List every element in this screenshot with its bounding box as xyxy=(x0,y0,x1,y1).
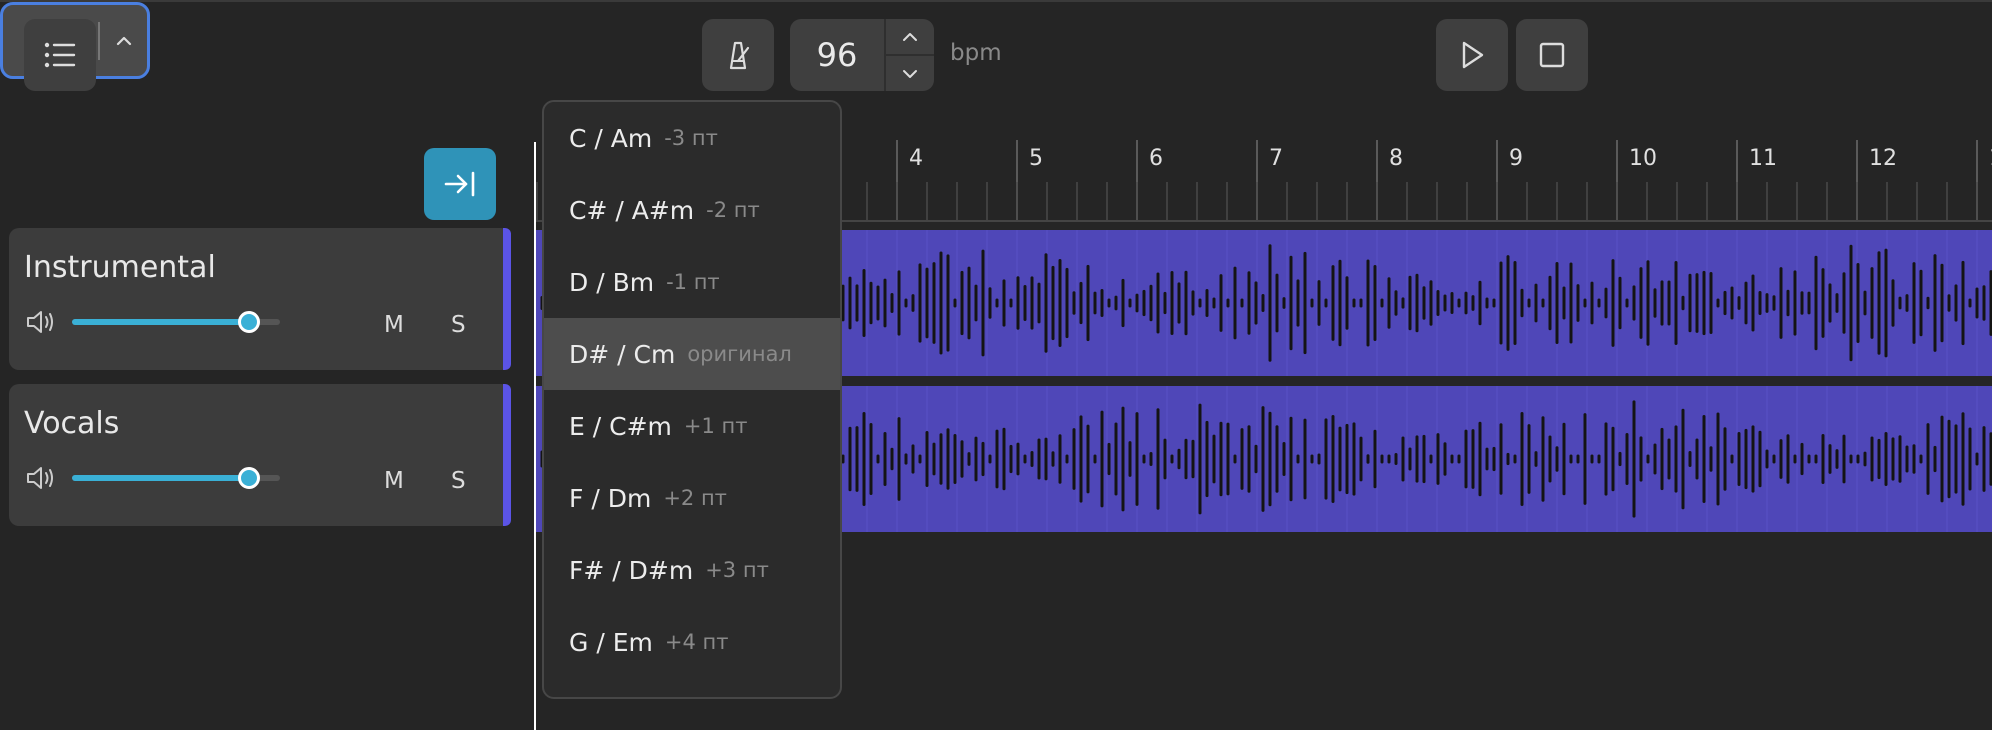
ruler-bar: 4 xyxy=(896,140,923,220)
ruler-bar: 1 xyxy=(1976,140,1992,220)
metronome-icon xyxy=(729,41,750,70)
key-option-label: F# / D#m xyxy=(569,555,694,585)
volume-slider[interactable] xyxy=(72,467,280,489)
key-option-label: C / Am xyxy=(569,123,653,153)
key-option-offset: -1 пт xyxy=(666,270,720,294)
volume-slider-fill xyxy=(72,319,249,325)
key-option-offset: -2 пт xyxy=(706,198,760,222)
key-option-offset: оригинал xyxy=(687,342,792,366)
ruler-bar-number: 6 xyxy=(1149,146,1163,171)
key-option-offset: +1 пт xyxy=(683,414,748,438)
key-option-label: C# / A#m xyxy=(569,195,695,225)
solo-button[interactable]: S xyxy=(451,468,466,494)
bpm-unit-label: bpm xyxy=(950,40,1002,66)
speaker-icon[interactable] xyxy=(25,464,55,496)
ruler-bar: 11 xyxy=(1736,140,1777,220)
metronome-button[interactable] xyxy=(702,19,774,91)
track-color-edge xyxy=(503,384,511,526)
bpm-decrement-button[interactable] xyxy=(886,56,934,91)
arrow-to-right-icon xyxy=(444,171,475,197)
key-option[interactable]: D / Bm -1 пт xyxy=(544,246,840,318)
key-option-label: D# / Cm xyxy=(569,339,676,369)
solo-button[interactable]: S xyxy=(451,312,466,338)
key-option[interactable]: F# / D#m +3 пт xyxy=(544,534,840,606)
ruler-bar: 5 xyxy=(1016,140,1043,220)
key-option-offset: +2 пт xyxy=(663,486,727,510)
ruler-bar: 7 xyxy=(1256,140,1283,220)
key-option-offset: +3 пт xyxy=(705,558,769,582)
ruler-bar-number: 10 xyxy=(1629,146,1657,171)
key-option-label: G / Em xyxy=(569,627,653,657)
chevron-down-icon xyxy=(903,69,917,78)
key-option[interactable]: F / Dm +2 пт xyxy=(544,462,840,534)
mute-button[interactable]: M xyxy=(384,468,404,494)
chevron-up-icon xyxy=(903,32,917,41)
bpm-value[interactable]: 96 xyxy=(790,19,884,91)
key-option[interactable]: C# / A#m -2 пт xyxy=(544,174,840,246)
ruler-bar-number: 4 xyxy=(909,146,923,171)
key-option-label: F / Dm xyxy=(569,483,652,513)
ruler-bar: 8 xyxy=(1376,140,1403,220)
playhead[interactable] xyxy=(534,142,536,730)
volume-slider-knob[interactable] xyxy=(237,467,260,489)
ruler-bar: 10 xyxy=(1616,140,1657,220)
menu-button[interactable] xyxy=(24,19,96,91)
bpm-increment-button[interactable] xyxy=(886,19,934,56)
mute-button[interactable]: M xyxy=(384,312,404,338)
volume-slider-knob[interactable] xyxy=(237,311,260,333)
chevron-up-icon[interactable] xyxy=(100,35,147,47)
key-option-selected[interactable]: D# / Cm оригинал xyxy=(544,318,840,390)
key-option[interactable]: C / Am -3 пт xyxy=(544,102,840,174)
speaker-icon[interactable] xyxy=(25,308,55,340)
track-name: Instrumental xyxy=(24,250,216,285)
play-icon xyxy=(1462,41,1484,69)
snap-to-playhead-button[interactable] xyxy=(424,148,496,220)
track-vocals: Vocals M S xyxy=(9,384,511,526)
ruler-bar: 12 xyxy=(1856,140,1897,220)
ruler-bar-number: 5 xyxy=(1029,146,1043,171)
track-color-edge xyxy=(503,228,511,370)
stop-icon xyxy=(1539,42,1565,68)
ruler-bar-number: 8 xyxy=(1389,146,1403,171)
key-option[interactable]: G / Em +4 пт xyxy=(544,606,840,678)
bpm-stepper[interactable]: 96 xyxy=(790,19,934,91)
ruler-bar-number: 9 xyxy=(1509,146,1523,171)
list-icon xyxy=(44,42,76,68)
volume-slider-fill xyxy=(72,475,249,481)
volume-slider[interactable] xyxy=(72,311,280,333)
ruler-bar-number: 12 xyxy=(1869,146,1897,171)
key-option-label: D / Bm xyxy=(569,267,655,297)
key-option-offset: +4 пт xyxy=(664,630,729,654)
track-name: Vocals xyxy=(24,406,120,441)
play-button[interactable] xyxy=(1436,19,1508,91)
ruler-bar-number: 11 xyxy=(1749,146,1777,171)
ruler-bar: 9 xyxy=(1496,140,1523,220)
key-option-offset: -3 пт xyxy=(664,126,718,150)
track-instrumental: Instrumental M S xyxy=(9,228,511,370)
stop-button[interactable] xyxy=(1516,19,1588,91)
key-option[interactable]: E / C#m +1 пт xyxy=(544,390,840,462)
ruler-bar: 6 xyxy=(1136,140,1163,220)
ruler-bar-number: 7 xyxy=(1269,146,1283,171)
key-dropdown-menu: C / Am -3 пт C# / A#m -2 пт D / Bm -1 пт D#… xyxy=(542,100,842,699)
key-option-label: E / C#m xyxy=(569,411,672,441)
